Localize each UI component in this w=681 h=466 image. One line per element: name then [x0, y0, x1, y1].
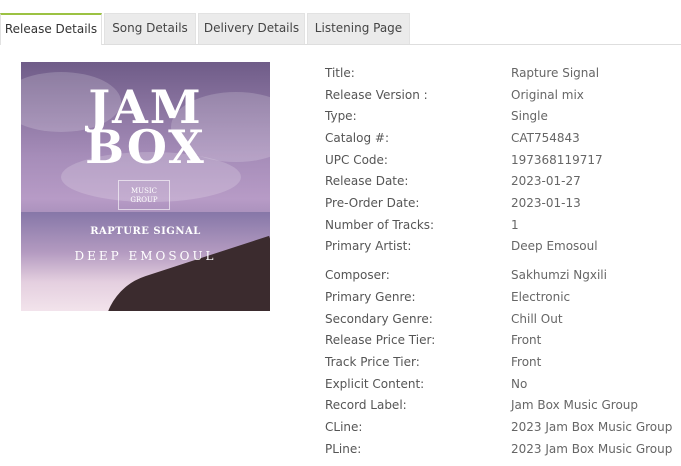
- detail-row-upc: UPC Code: 197368119717: [325, 150, 675, 170]
- detail-value: 2023 Jam Box Music Group: [511, 442, 673, 456]
- detail-label: Secondary Genre:: [325, 312, 433, 326]
- tab-bar: Release Details Song Details Delivery De…: [0, 13, 681, 45]
- detail-row-type: Type: Single: [325, 106, 675, 126]
- detail-value: CAT754843: [511, 131, 580, 145]
- detail-label: Pre-Order Date:: [325, 196, 420, 210]
- detail-label: Release Version :: [325, 88, 428, 102]
- detail-row-track-price-tier: Track Price Tier: Front: [325, 352, 675, 372]
- detail-row-catalog: Catalog #: CAT754843: [325, 128, 675, 148]
- detail-value: No: [511, 377, 528, 391]
- detail-label: Primary Artist:: [325, 239, 412, 253]
- detail-value: 2023-01-27: [511, 174, 581, 188]
- detail-row-title: Title: Rapture Signal: [325, 63, 675, 83]
- detail-value: Front: [511, 333, 542, 347]
- tab-song-details[interactable]: Song Details: [104, 13, 196, 44]
- detail-row-primary-genre: Primary Genre: Electronic: [325, 287, 675, 307]
- detail-label: Release Date:: [325, 174, 409, 188]
- detail-label: Composer:: [325, 268, 390, 282]
- detail-label: Title:: [325, 66, 355, 80]
- detail-label: Number of Tracks:: [325, 218, 435, 232]
- cover-badge-bottom: GROUP: [130, 196, 158, 204]
- cover-badge-top: MUSIC: [131, 187, 157, 195]
- detail-value: 2023 Jam Box Music Group: [511, 420, 673, 434]
- detail-row-pline: PLine: 2023 Jam Box Music Group: [325, 439, 675, 459]
- detail-label: PLine:: [325, 442, 362, 456]
- detail-label: Type:: [325, 109, 357, 123]
- detail-row-release-date: Release Date: 2023-01-27: [325, 171, 675, 191]
- detail-row-record-label: Record Label: Jam Box Music Group: [325, 395, 675, 415]
- tab-delivery-details[interactable]: Delivery Details: [198, 13, 305, 44]
- detail-label: Primary Genre:: [325, 290, 416, 304]
- cover-release-title: RAPTURE SIGNAL: [90, 226, 201, 237]
- detail-label: Explicit Content:: [325, 377, 425, 391]
- detail-label: Record Label:: [325, 398, 407, 412]
- detail-row-number-of-tracks: Number of Tracks: 1: [325, 215, 675, 235]
- detail-value: Original mix: [511, 88, 584, 102]
- detail-label: Track Price Tier:: [325, 355, 420, 369]
- detail-row-release-price-tier: Release Price Tier: Front: [325, 330, 675, 350]
- detail-row-preorder-date: Pre-Order Date: 2023-01-13: [325, 193, 675, 213]
- cover-logo-line2: BOX: [85, 120, 206, 174]
- detail-row-secondary-genre: Secondary Genre: Chill Out: [325, 309, 675, 329]
- detail-value: Deep Emosoul: [511, 239, 598, 253]
- detail-value: Jam Box Music Group: [511, 398, 639, 412]
- detail-value: 197368119717: [511, 153, 603, 167]
- detail-value: Electronic: [511, 290, 571, 304]
- cover-badge: MUSIC GROUP: [118, 180, 170, 210]
- tab-listening-page[interactable]: Listening Page: [307, 13, 410, 44]
- detail-value: Sakhumzi Ngxili: [511, 268, 607, 282]
- cover-artist: DEEP EMOSOUL: [74, 249, 217, 263]
- detail-value: 2023-01-13: [511, 196, 581, 210]
- detail-value: Rapture Signal: [511, 66, 600, 80]
- detail-label: Catalog #:: [325, 131, 389, 145]
- detail-row-primary-artist: Primary Artist: Deep Emosoul: [325, 236, 675, 256]
- detail-row-release-version: Release Version : Original mix: [325, 85, 675, 105]
- album-cover: JAM BOX MUSIC GROUP RAPTURE SIGNAL DEEP …: [21, 62, 270, 311]
- detail-value: Single: [511, 109, 548, 123]
- detail-value: 1: [511, 218, 519, 232]
- detail-label: UPC Code:: [325, 153, 388, 167]
- detail-value: Chill Out: [511, 312, 563, 326]
- detail-row-explicit-content: Explicit Content: No: [325, 374, 675, 394]
- detail-label: CLine:: [325, 420, 363, 434]
- tab-release-details[interactable]: Release Details: [0, 13, 102, 45]
- detail-row-composer: Composer: Sakhumzi Ngxili: [325, 265, 675, 285]
- detail-label: Release Price Tier:: [325, 333, 436, 347]
- detail-row-cline: CLine: 2023 Jam Box Music Group: [325, 417, 675, 437]
- detail-value: Front: [511, 355, 542, 369]
